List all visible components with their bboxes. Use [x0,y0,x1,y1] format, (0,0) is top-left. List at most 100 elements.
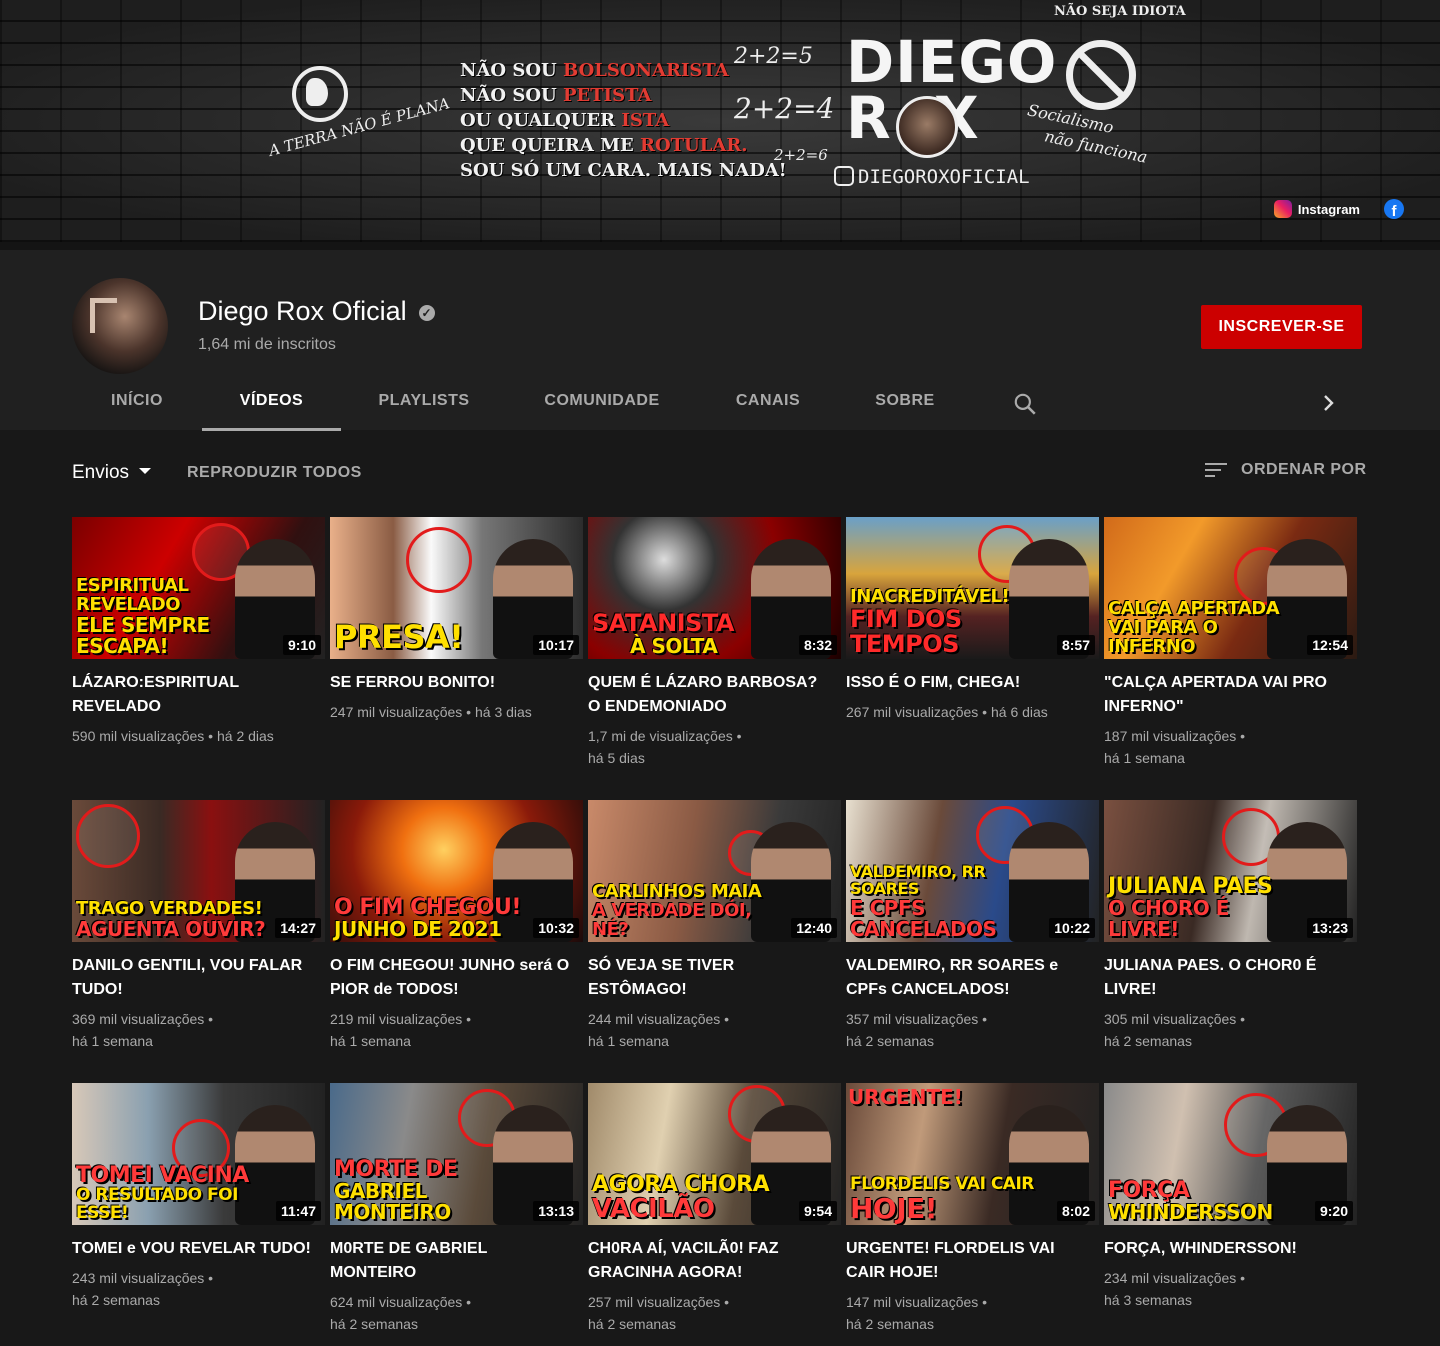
video-card[interactable]: ESPIRITUAL REVELADO ELE SEMPRE ESCAPA! 9:… [72,517,325,747]
video-meta: 624 mil visualizações • há 2 semanas [330,1294,472,1332]
video-thumbnail[interactable]: CARLINHOS MAIA A VERDADE DÓI, NÉ? 12:40 [588,800,841,942]
video-thumbnail[interactable]: AGORA CHORA VACILÃO 9:54 [588,1083,841,1225]
tab-sobre[interactable]: SOBRE [839,372,971,430]
instagram-outline-icon [834,166,854,186]
video-title[interactable]: CH0RA AÍ, VACILÃ0! FAZ GRACINHA AGORA! [588,1237,828,1285]
sort-button[interactable]: ORDENAR POR [1205,461,1367,479]
banner-math: 2+2=4 [734,92,835,125]
video-title[interactable]: O FIM CHEGOU! JUNHO será O PIOR de TODOS… [330,954,570,1002]
video-duration: 12:54 [1307,635,1353,655]
video-title[interactable]: M0RTE DE GABRIEL MONTEIRO [330,1237,570,1285]
video-duration: 10:32 [533,918,579,938]
channel-banner: A TERRA NÃO É PLANA NÃO SOU BOLSONARISTA… [0,0,1440,242]
video-duration: 13:13 [533,1201,579,1221]
video-title[interactable]: QUEM É LÁZARO BARBOSA? O ENDEMONIADO [588,671,828,719]
video-meta: 257 mil visualizações • há 2 semanas [588,1294,730,1332]
video-duration: 9:10 [282,635,321,655]
sort-icon [1205,462,1227,478]
video-meta: 234 mil visualizações • há 3 semanas [1104,1270,1246,1308]
instagram-link[interactable]: Instagram [1273,200,1360,218]
video-meta: 1,7 mi de visualizações • há 5 dias [588,728,742,766]
video-card[interactable]: O FIM CHEGOU! JUNHO DE 2021 10:32 O FIM C… [330,800,583,1052]
video-meta: 147 mil visualizações • há 2 semanas [846,1294,988,1332]
manifesto-line: QUE QUEIRA ME ROTULAR. [460,135,748,156]
video-title[interactable]: URGENTE! FLORDELIS VAI CAIR HOJE! [846,1237,1086,1285]
video-card[interactable]: TRAGO VERDADES! AGUENTA OUVIR? 14:27 DANI… [72,800,325,1052]
video-card[interactable]: AGORA CHORA VACILÃO 9:54 CH0RA AÍ, VACILÃ… [588,1083,841,1335]
banner-math: 2+2=6 [774,146,828,164]
video-title[interactable]: TOMEI e VOU REVELAR TUDO! [72,1237,312,1261]
video-title[interactable]: SE FERROU BONITO! [330,671,570,695]
video-meta: 244 mil visualizações • há 1 semana [588,1011,730,1049]
video-thumbnail[interactable]: CALÇA APERTADA VAI PARA O INFERNO 12:54 [1104,517,1357,659]
video-card[interactable]: INACREDITÁVEL! FIM DOS TEMPOS 8:57 ISSO É… [846,517,1099,723]
video-meta: 243 mil visualizações • há 2 semanas [72,1270,214,1308]
video-title[interactable]: DANILO GENTILI, VOU FALAR TUDO! [72,954,312,1002]
no-sign-icon [1066,40,1136,110]
search-icon[interactable] [1012,391,1038,417]
video-card[interactable]: URGENTE! FLORDELIS VAI CAIR HOJE! 8:02 UR… [846,1083,1099,1335]
channel-header: Diego Rox Oficial ✓ 1,64 mi de inscritos … [0,242,1440,431]
verified-icon: ✓ [418,305,435,321]
video-thumbnail[interactable]: URGENTE! FLORDELIS VAI CAIR HOJE! 8:02 [846,1083,1099,1225]
video-duration: 14:27 [275,918,321,938]
tab-videos[interactable]: VÍDEOS [202,372,341,431]
facebook-link[interactable]: f [1384,199,1404,219]
chevron-right-icon[interactable] [1316,391,1340,415]
video-duration: 11:47 [275,1201,321,1221]
channel-avatar[interactable] [72,278,168,374]
tab-canais[interactable]: CANAIS [697,372,839,430]
video-meta: 219 mil visualizações • há 1 semana [330,1011,472,1049]
uploads-dropdown[interactable]: Envios [72,462,152,484]
video-card[interactable]: TOMEI VACINA O RESULTADO FOI ESSE! 11:47 … [72,1083,325,1311]
video-title[interactable]: "CALÇA APERTADA VAI PRO INFERNO" [1104,671,1344,719]
video-meta: 267 mil visualizações • há 6 dias [846,704,1048,720]
subscriber-count: 1,64 mi de inscritos [198,336,336,353]
channel-title: Diego Rox Oficial ✓ [198,296,435,327]
video-meta: 357 mil visualizações • há 2 semanas [846,1011,988,1049]
video-card[interactable]: PRESA! 10:17 SE FERROU BONITO! 247 mil v… [330,517,583,723]
video-card[interactable]: SATANISTA À SOLTA 8:32 QUEM É LÁZARO BARB… [588,517,841,769]
video-title[interactable]: LÁZARO:ESPIRITUAL REVELADO [72,671,312,719]
channel-tabs: INÍCIO VÍDEOS PLAYLISTS COMUNIDADE CANAI… [72,372,971,431]
video-title[interactable]: JULIANA PAES. O CHOR0 É LIVRE! [1104,954,1344,1002]
video-card[interactable]: CALÇA APERTADA VAI PARA O INFERNO 12:54 "… [1104,517,1357,769]
tab-inicio[interactable]: INÍCIO [72,372,202,430]
video-thumbnail[interactable]: TOMEI VACINA O RESULTADO FOI ESSE! 11:47 [72,1083,325,1225]
video-thumbnail[interactable]: MORTE DE GABRIEL MONTEIRO 13:13 [330,1083,583,1225]
video-card[interactable]: FORÇA WHINDERSSON 9:20 FORÇA, WHINDERSSON… [1104,1083,1357,1311]
video-title[interactable]: VALDEMIRO, RR SOARES e CPFs CANCELADOS! [846,954,1086,1002]
video-thumbnail[interactable]: ESPIRITUAL REVELADO ELE SEMPRE ESCAPA! 9:… [72,517,325,659]
manifesto-line: SOU SÓ UM CARA. MAIS NADA! [460,160,787,181]
video-title[interactable]: FORÇA, WHINDERSSON! [1104,1237,1344,1261]
video-card[interactable]: MORTE DE GABRIEL MONTEIRO 13:13 M0RTE DE … [330,1083,583,1335]
video-thumbnail[interactable]: TRAGO VERDADES! AGUENTA OUVIR? 14:27 [72,800,325,942]
video-thumbnail[interactable]: O FIM CHEGOU! JUNHO DE 2021 10:32 [330,800,583,942]
video-thumbnail[interactable]: VALDEMIRO, RR SOARES E CPFS CANCELADOS 10… [846,800,1099,942]
video-card[interactable]: VALDEMIRO, RR SOARES E CPFS CANCELADOS 10… [846,800,1099,1052]
video-duration: 10:22 [1049,918,1095,938]
video-title[interactable]: SÓ VEJA SE TIVER ESTÔMAGO! [588,954,828,1002]
tab-playlists[interactable]: PLAYLISTS [341,372,507,430]
video-thumbnail[interactable]: PRESA! 10:17 [330,517,583,659]
video-meta: 305 mil visualizações • há 2 semanas [1104,1011,1246,1049]
play-all-button[interactable]: REPRODUZIR TODOS [187,464,362,482]
video-thumbnail[interactable]: JULIANA PAES O CHORO É LIVRE! 13:23 [1104,800,1357,942]
video-meta: 590 mil visualizações • há 2 dias [72,728,274,744]
video-card[interactable]: CARLINHOS MAIA A VERDADE DÓI, NÉ? 12:40 S… [588,800,841,1052]
video-duration: 13:23 [1307,918,1353,938]
video-card[interactable]: JULIANA PAES O CHORO É LIVRE! 13:23 JULIA… [1104,800,1357,1052]
instagram-icon [1273,200,1292,218]
video-thumbnail[interactable]: INACREDITÁVEL! FIM DOS TEMPOS 8:57 [846,517,1099,659]
banner-socialismo: Socialismo não funciona [1025,100,1150,167]
video-duration: 10:17 [533,635,579,655]
tab-comunidade[interactable]: COMUNIDADE [507,372,697,430]
video-duration: 8:57 [1056,635,1095,655]
subscribe-button[interactable]: INSCREVER-SE [1201,305,1362,349]
video-title[interactable]: ISSO É O FIM, CHEGA! [846,671,1086,695]
video-thumbnail[interactable]: FORÇA WHINDERSSON 9:20 [1104,1083,1357,1225]
urgent-label: URGENTE! [848,1085,963,1109]
video-thumbnail[interactable]: SATANISTA À SOLTA 8:32 [588,517,841,659]
banner-social-links: Instagram f [1273,199,1404,219]
banner-logo-face [896,96,958,158]
